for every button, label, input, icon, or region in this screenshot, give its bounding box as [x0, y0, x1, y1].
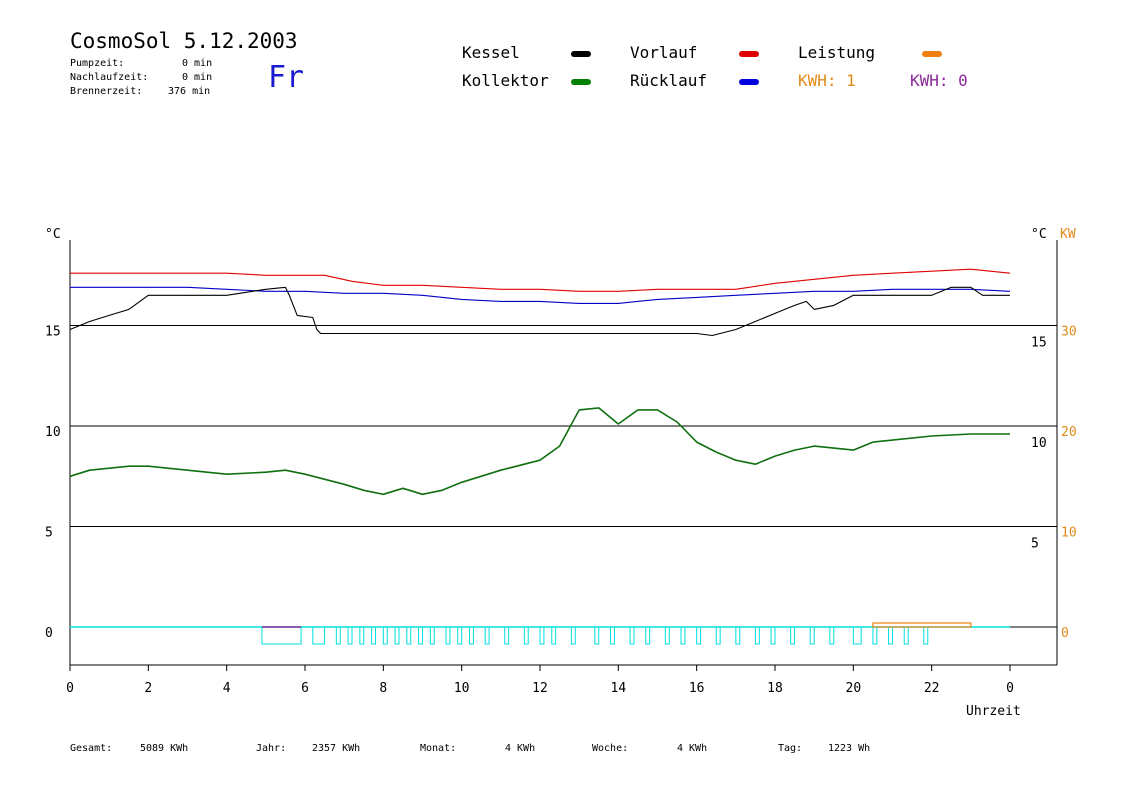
pump-cycle-mark: [469, 626, 474, 645]
temperature-chart: 15 10 5 0 15 10 5 30 20 10 0 °C °C KW 0 2 4 6 8 10 12 14 16 18 2…: [45, 227, 1077, 719]
pump-cycle-mark: [829, 626, 835, 645]
y-tick-label-left: 10: [45, 425, 61, 440]
footer-label-gesamt: Gesamt:: [70, 743, 113, 754]
pump-cycle-mark: [735, 626, 741, 645]
x-tick-label: 16: [689, 681, 705, 696]
y-tick-label-right: 10: [1031, 436, 1047, 451]
power-mark: [872, 622, 972, 628]
x-tick-label: 20: [846, 681, 862, 696]
pump-cycle-mark: [888, 626, 893, 645]
pump-cycle-mark: [680, 626, 686, 645]
footer-value-monat: 4 KWh: [505, 743, 536, 754]
x-axis-label: Uhrzeit: [966, 704, 1021, 719]
x-tick-label: 22: [924, 681, 940, 696]
pump-cycle-mark: [610, 626, 615, 645]
power-tick-label: 20: [1061, 425, 1077, 440]
x-tick-label: 6: [301, 681, 309, 696]
footer-label-tag: Tag:: [778, 743, 803, 754]
x-tick-label: 0: [66, 681, 74, 696]
pump-cycle-mark: [523, 626, 529, 645]
pump-cycle-mark: [457, 626, 463, 645]
pump-cycle-mark: [754, 626, 760, 645]
pump-cycle-mark: [312, 626, 326, 645]
x-tick-label: 4: [223, 681, 231, 696]
pump-cycle-mark: [347, 626, 353, 645]
y-tick-label-right: 15: [1031, 336, 1047, 351]
pump-cycle-mark: [551, 626, 557, 645]
x-tick-label: 8: [379, 681, 387, 696]
pump-cycle-mark: [335, 626, 341, 645]
y-axis-unit-left: °C: [45, 227, 61, 242]
footer-value-tag: 1223 Wh: [828, 743, 871, 754]
pump-cycle-mark: [382, 626, 388, 645]
pump-cycle-mark: [923, 626, 929, 645]
pump-cycle-mark: [790, 626, 796, 645]
footer-value-gesamt: 5089 KWh: [140, 743, 189, 754]
pump-cycle-mark: [696, 626, 702, 645]
y-tick-label-left: 5: [45, 526, 53, 541]
pump-cycle-mark: [872, 626, 878, 645]
power-tick-label: 30: [1061, 325, 1077, 340]
power-axis-unit: KW: [1060, 227, 1076, 242]
power-tick-label: 10: [1061, 526, 1077, 541]
pump-cycle-mark: [484, 626, 490, 645]
footer-value-jahr: 2357 KWh: [312, 743, 361, 754]
pump-cycle-mark: [359, 626, 365, 645]
chart-axes: [69, 240, 1058, 671]
pump-cycle-mark: [418, 626, 424, 645]
pump-cycle-mark: [429, 626, 435, 645]
pump-cycle-mark: [394, 626, 400, 645]
footer-label-woche: Woche:: [592, 743, 629, 754]
pump-cycle-mark: [852, 626, 862, 645]
pump-cycle-mark: [539, 626, 545, 645]
y-axis-unit-right: °C: [1031, 227, 1047, 242]
pump-cycle-mark: [629, 626, 635, 645]
pump-cycle-mark: [809, 626, 815, 645]
chart-grid: [70, 325, 1057, 628]
pump-cycle-mark: [371, 626, 377, 645]
x-tick-label: 0: [1006, 681, 1014, 696]
y-tick-label-right: 5: [1031, 537, 1039, 552]
x-tick-label: 10: [454, 681, 470, 696]
x-tick-label: 12: [532, 681, 548, 696]
footer-value-woche: 4 KWh: [677, 743, 708, 754]
series-line-kollektor: [69, 407, 1010, 496]
footer-label-monat: Monat:: [420, 743, 457, 754]
pump-cycle-mark: [903, 626, 909, 645]
pump-cycle-mark: [645, 626, 651, 645]
x-tick-label: 2: [144, 681, 152, 696]
pump-cycle-mark: [570, 626, 576, 645]
pump-cycle-mark: [715, 626, 721, 645]
series-line-kessel: [69, 286, 1010, 337]
x-tick-label: 14: [611, 681, 627, 696]
pump-cycle-mark: [770, 626, 776, 645]
pump-cycle-mark: [406, 626, 412, 645]
x-tick-label: 18: [767, 681, 783, 696]
pump-cycle-mark: [445, 626, 451, 645]
pump-cycle-mark: [664, 626, 670, 645]
power-tick-label: 0: [1061, 626, 1069, 641]
y-tick-label-left: 0: [45, 626, 53, 641]
pump-cycle-mark: [504, 626, 510, 645]
pump-cycle-mark: [261, 626, 302, 645]
y-tick-label-left: 15: [45, 325, 61, 340]
footer-label-jahr: Jahr:: [256, 743, 287, 754]
pump-cycle-mark: [594, 626, 600, 645]
chart-labels: 15 10 5 0 15 10 5 30 20 10 0 °C °C KW 0 2 4 6 8 10 12 14 16 18 2…: [45, 227, 1077, 719]
